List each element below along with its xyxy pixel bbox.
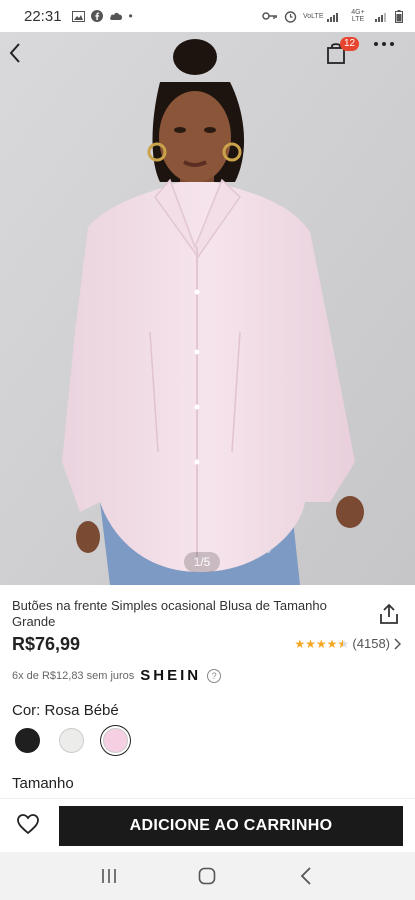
color-swatches bbox=[15, 728, 128, 753]
key-icon bbox=[262, 12, 277, 20]
chevron-right-icon bbox=[394, 637, 401, 650]
battery-icon bbox=[395, 9, 403, 23]
color-swatch-pink[interactable] bbox=[103, 728, 128, 753]
add-to-cart-button[interactable]: ADICIONE AO CARRINHO bbox=[59, 806, 403, 846]
recent-apps-button[interactable] bbox=[89, 861, 129, 891]
review-count: (4158) bbox=[352, 636, 390, 651]
status-bar: 22:31 • VoLTE 4G+ LTE bbox=[0, 0, 415, 32]
product-photo-illustration bbox=[0, 32, 415, 585]
recent-apps-icon bbox=[102, 869, 116, 883]
status-time: 22:31 bbox=[24, 7, 62, 25]
facebook-icon bbox=[90, 10, 103, 22]
info-icon[interactable]: ? bbox=[207, 668, 222, 683]
more-options-button[interactable] bbox=[374, 42, 406, 74]
product-image[interactable]: 12 1/5 bbox=[0, 32, 415, 585]
installments-text: 6x de R$12,83 sem juros bbox=[12, 669, 135, 682]
chevron-left-icon bbox=[9, 43, 20, 63]
wishlist-button[interactable] bbox=[16, 813, 42, 839]
cart-count-badge: 12 bbox=[340, 37, 360, 51]
color-label: Cor: Rosa Bébé bbox=[12, 702, 119, 719]
back-button[interactable] bbox=[8, 42, 40, 74]
network-label: 4G+ LTE bbox=[351, 9, 365, 23]
product-title: Butões na frente Simples ocasional Blusa… bbox=[12, 598, 327, 629]
status-system-icons: VoLTE 4G+ LTE bbox=[262, 9, 403, 23]
installments-row: 6x de R$12,83 sem juros SHEIN ? bbox=[12, 667, 222, 684]
more-dots-icon bbox=[374, 42, 394, 46]
image-counter: 1/5 bbox=[184, 552, 220, 572]
status-notification-icons: • bbox=[71, 9, 133, 23]
color-swatch-black[interactable] bbox=[15, 728, 40, 753]
signal-icon-2 bbox=[375, 12, 386, 22]
back-nav-icon bbox=[300, 867, 311, 885]
cloud-icon bbox=[109, 12, 122, 20]
image-icon bbox=[71, 10, 85, 22]
heart-icon bbox=[17, 814, 39, 835]
volte-icon: VoLTE bbox=[303, 12, 324, 20]
system-nav-bar bbox=[0, 852, 415, 900]
share-button[interactable] bbox=[378, 603, 402, 627]
share-icon bbox=[380, 603, 398, 624]
star-rating-icon: ★★★★★★ bbox=[294, 636, 350, 651]
alarm-icon bbox=[284, 10, 297, 23]
action-bar: ADICIONE AO CARRINHO bbox=[0, 798, 415, 852]
product-price: R$76,99 bbox=[12, 634, 81, 654]
brand-logo: SHEIN bbox=[140, 667, 202, 684]
home-button[interactable] bbox=[187, 861, 227, 891]
rating-summary[interactable]: ★★★★★★ (4158) bbox=[294, 636, 401, 651]
size-label: Tamanho bbox=[12, 775, 74, 792]
home-icon bbox=[199, 867, 216, 885]
dot-icon: • bbox=[128, 9, 133, 23]
back-nav-button[interactable] bbox=[286, 861, 326, 891]
signal-icon bbox=[327, 12, 338, 22]
color-swatch-off-white[interactable] bbox=[59, 728, 84, 753]
